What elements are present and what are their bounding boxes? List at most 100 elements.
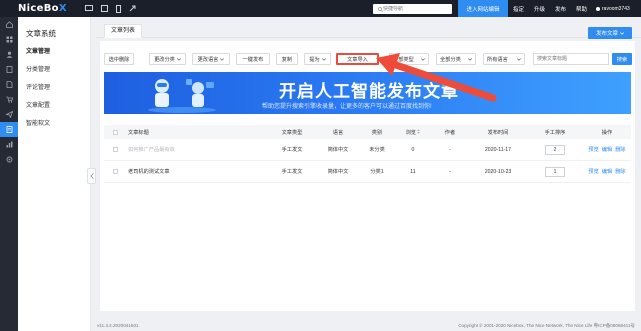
change-language-button[interactable]: 更改语言 (192, 53, 230, 65)
top-nav-upgrade[interactable]: 升级 (529, 5, 550, 13)
table-row: 老司机的测试文章 手工发文 简体中文 分类1 11 - 2020-10-23 1… (104, 161, 631, 183)
sort-icon (417, 128, 421, 134)
top-nav-assign[interactable]: 指定 (508, 5, 529, 13)
footer: v11.3.2.2020041501 Copyright © 2001-2020… (91, 321, 641, 331)
rail-home-icon[interactable] (0, 17, 18, 32)
quick-nav-search[interactable] (373, 4, 452, 14)
preview-link[interactable]: 预览 (588, 168, 598, 175)
article-search-input[interactable] (533, 53, 609, 65)
promote-label: 提为 (309, 56, 320, 63)
rail-grid-icon[interactable] (0, 32, 18, 47)
one-click-publish-button[interactable]: 一键发布 (236, 53, 270, 65)
col-actions: 操作 (601, 129, 613, 136)
promote-button[interactable]: 提为 (304, 53, 331, 65)
delete-link[interactable]: 删除 (615, 146, 625, 153)
row-sort-input[interactable]: 2 (545, 144, 565, 155)
table-row: 如何推广产品最有效 手工发文 简体中文 未分类 0 - 2020-11-17 2… (104, 139, 631, 161)
col-views[interactable]: 浏览 (396, 128, 430, 136)
publish-article-button[interactable]: 发布文章 (588, 27, 632, 39)
change-language-label: 更改语言 (197, 56, 219, 63)
col-author: 作者 (444, 129, 456, 136)
row-time: 2020-11-17 (484, 146, 512, 153)
rail-article-icon[interactable] (0, 122, 18, 137)
chevron-down-icon (620, 31, 624, 35)
username: ravoom3743 (602, 5, 630, 12)
chevron-down-icon (176, 57, 181, 61)
sidebar-collapse-button[interactable] (87, 168, 96, 184)
delete-selected-button[interactable]: 选中删除 (104, 53, 134, 65)
type-filter-select[interactable]: 全部类型 (389, 53, 429, 65)
publish-article-label: 发布文章 (595, 31, 618, 37)
row-author: - (449, 168, 451, 175)
nicebox-logo[interactable]: NiceBoX (18, 3, 67, 14)
sidebar-item-comment-manage[interactable]: 评论管理 (18, 79, 90, 97)
edit-link[interactable]: 编辑 (602, 168, 612, 175)
col-language: 语言 (332, 129, 344, 136)
row-title[interactable]: 如何推广产品最有效 (126, 146, 266, 153)
rail-settings-icon[interactable] (0, 152, 18, 167)
rail-chart-icon[interactable] (0, 137, 18, 152)
mobile-icon[interactable] (115, 4, 121, 13)
user-avatar-icon (596, 6, 600, 11)
row-language: 简体中文 (327, 147, 349, 153)
chevron-down-icon (468, 57, 472, 61)
table-header: 文章标题 文章类型 语言 类别 浏览 作者 发布时间 手工排序 操作 (104, 125, 631, 139)
desktop-icon[interactable] (84, 5, 93, 12)
row-category: 未分类 (369, 147, 385, 153)
main-content: 文章列表 发布文章 选中删除 更改分类 更改语言 一键发布 复制 提为 文章导入… (96, 17, 641, 321)
select-all-checkbox[interactable] (112, 129, 118, 135)
sidebar-item-smart-article[interactable]: 智能软文 (18, 115, 90, 133)
user-menu[interactable]: ravoom3743 (596, 0, 630, 17)
chevron-left-icon (89, 173, 94, 179)
rail-file-icon[interactable] (0, 77, 18, 92)
delete-link[interactable]: 删除 (615, 168, 625, 175)
chevron-down-icon (321, 57, 326, 61)
col-title: 文章标题 (128, 129, 149, 136)
copyright-text: Copyright © 2001-2020 Nicebox, The Nice … (458, 323, 635, 328)
row-title[interactable]: 老司机的测试文章 (126, 168, 266, 175)
enter-site-editor-button[interactable]: 进入网站编辑 (458, 0, 508, 17)
row-category: 分类1 (370, 169, 384, 175)
version-text: v11.3.2.2020041501 (97, 323, 139, 328)
top-nav-publish[interactable]: 发布 (550, 5, 571, 13)
preview-link[interactable]: 预览 (588, 146, 598, 153)
row-checkbox[interactable] (112, 147, 118, 152)
col-publish-time: 发布时间 (487, 129, 509, 136)
top-icon-group (84, 4, 136, 13)
row-views: 0 (411, 146, 415, 153)
rail-user-icon[interactable] (0, 47, 18, 62)
chevron-down-icon (220, 57, 225, 61)
rail-send-icon[interactable] (0, 107, 18, 122)
rail-document-icon[interactable] (0, 62, 18, 77)
edit-link[interactable]: 编辑 (602, 146, 612, 153)
sidebar-item-article-config[interactable]: 文章配置 (18, 97, 90, 115)
rail-cart-icon[interactable] (0, 92, 18, 107)
sidebar-item-article-manage[interactable]: 文章管理 (18, 43, 90, 61)
top-nav-help[interactable]: 帮助 (571, 5, 592, 13)
quick-nav-input[interactable] (383, 6, 445, 12)
sidebar-item-category-manage[interactable]: 分类管理 (18, 61, 90, 79)
row-author: - (449, 146, 451, 153)
row-sort-input[interactable]: 1 (545, 166, 565, 177)
language-filter-select[interactable]: 所有语言 (483, 53, 525, 65)
tab-article-list[interactable]: 文章列表 (104, 24, 142, 38)
link-icon[interactable] (129, 5, 136, 12)
chevron-down-icon (517, 57, 521, 61)
category-filter-select[interactable]: 全部分类 (436, 53, 476, 65)
robot-illustration-icon (148, 79, 216, 113)
col-manual-sort: 手工排序 (544, 129, 566, 136)
change-category-label: 更改分类 (154, 56, 175, 63)
row-language: 简体中文 (327, 169, 349, 175)
row-checkbox[interactable] (112, 169, 118, 174)
row-type: 手工发文 (281, 169, 303, 175)
copy-button[interactable]: 复制 (276, 53, 298, 65)
ai-promo-banner[interactable]: 开启人工智能发布文章 帮助您提升搜索引擎收录量，让更多的客户可以通过百度找到你! (104, 72, 631, 114)
type-filter-value: 全部类型 (393, 56, 414, 63)
change-category-button[interactable]: 更改分类 (149, 53, 186, 65)
import-article-button[interactable]: 文章导入 (336, 53, 379, 65)
search-button[interactable]: 搜索 (612, 53, 632, 65)
banner-subtitle: 帮助您提升搜索引擎收录量，让更多的客户可以通过百度找到你! (262, 104, 432, 110)
icon-rail (0, 17, 18, 331)
article-system-sidebar: 文章系统 文章管理 分类管理 评论管理 文章配置 智能软文 (18, 17, 91, 331)
tablet-icon[interactable] (100, 5, 108, 12)
